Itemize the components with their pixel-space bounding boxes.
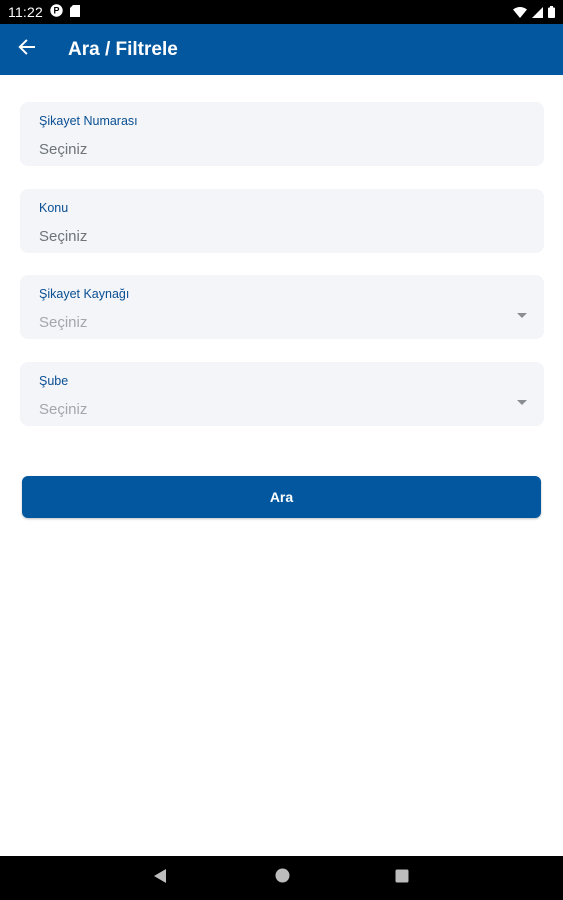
branch-select[interactable]: Şube Seçiniz	[20, 361, 544, 426]
back-triangle-icon	[153, 868, 167, 889]
branch-value: Seçiniz	[39, 400, 88, 418]
page-title: Ara / Filtrele	[68, 38, 178, 60]
home-circle-icon	[275, 868, 290, 888]
signal-icon	[532, 6, 543, 18]
complaint-source-select[interactable]: Şikayet Kaynağı Seçiniz	[20, 275, 544, 339]
status-bar: 11:22 P	[0, 0, 563, 24]
complaint-source-value: Seçiniz	[39, 314, 88, 331]
field-label: Şube	[39, 373, 69, 388]
nav-home-button[interactable]	[252, 856, 312, 900]
field-label: Şikayet Kaynağı	[39, 287, 130, 301]
arrow-back-icon	[18, 38, 36, 61]
app-bar: Ara / Filtrele	[0, 24, 563, 75]
complaint-number-input[interactable]: Seçiniz	[39, 141, 87, 158]
dropdown-arrow-icon	[517, 313, 527, 318]
filter-form: Şikayet Numarası Seçiniz Konu Seçiniz Şi…	[20, 102, 544, 448]
status-time: 11:22	[8, 4, 43, 20]
notification-p-icon: P	[50, 4, 63, 20]
field-label: Şikayet Numarası	[39, 114, 138, 128]
search-button[interactable]: Ara	[22, 476, 541, 518]
sd-card-icon	[70, 4, 80, 20]
nav-recents-button[interactable]	[372, 856, 432, 900]
system-nav-bar	[0, 856, 563, 900]
svg-text:P: P	[53, 6, 59, 16]
complaint-number-field[interactable]: Şikayet Numarası Seçiniz	[20, 102, 544, 166]
dropdown-arrow-icon	[517, 399, 527, 405]
recents-square-icon	[395, 869, 409, 888]
battery-icon	[548, 6, 555, 18]
subject-input[interactable]: Seçiniz	[39, 228, 87, 245]
subject-field[interactable]: Konu Seçiniz	[20, 188, 544, 253]
nav-back-button[interactable]	[130, 856, 190, 900]
field-label: Konu	[39, 200, 69, 215]
wifi-icon	[513, 6, 527, 18]
back-button[interactable]	[0, 24, 54, 75]
